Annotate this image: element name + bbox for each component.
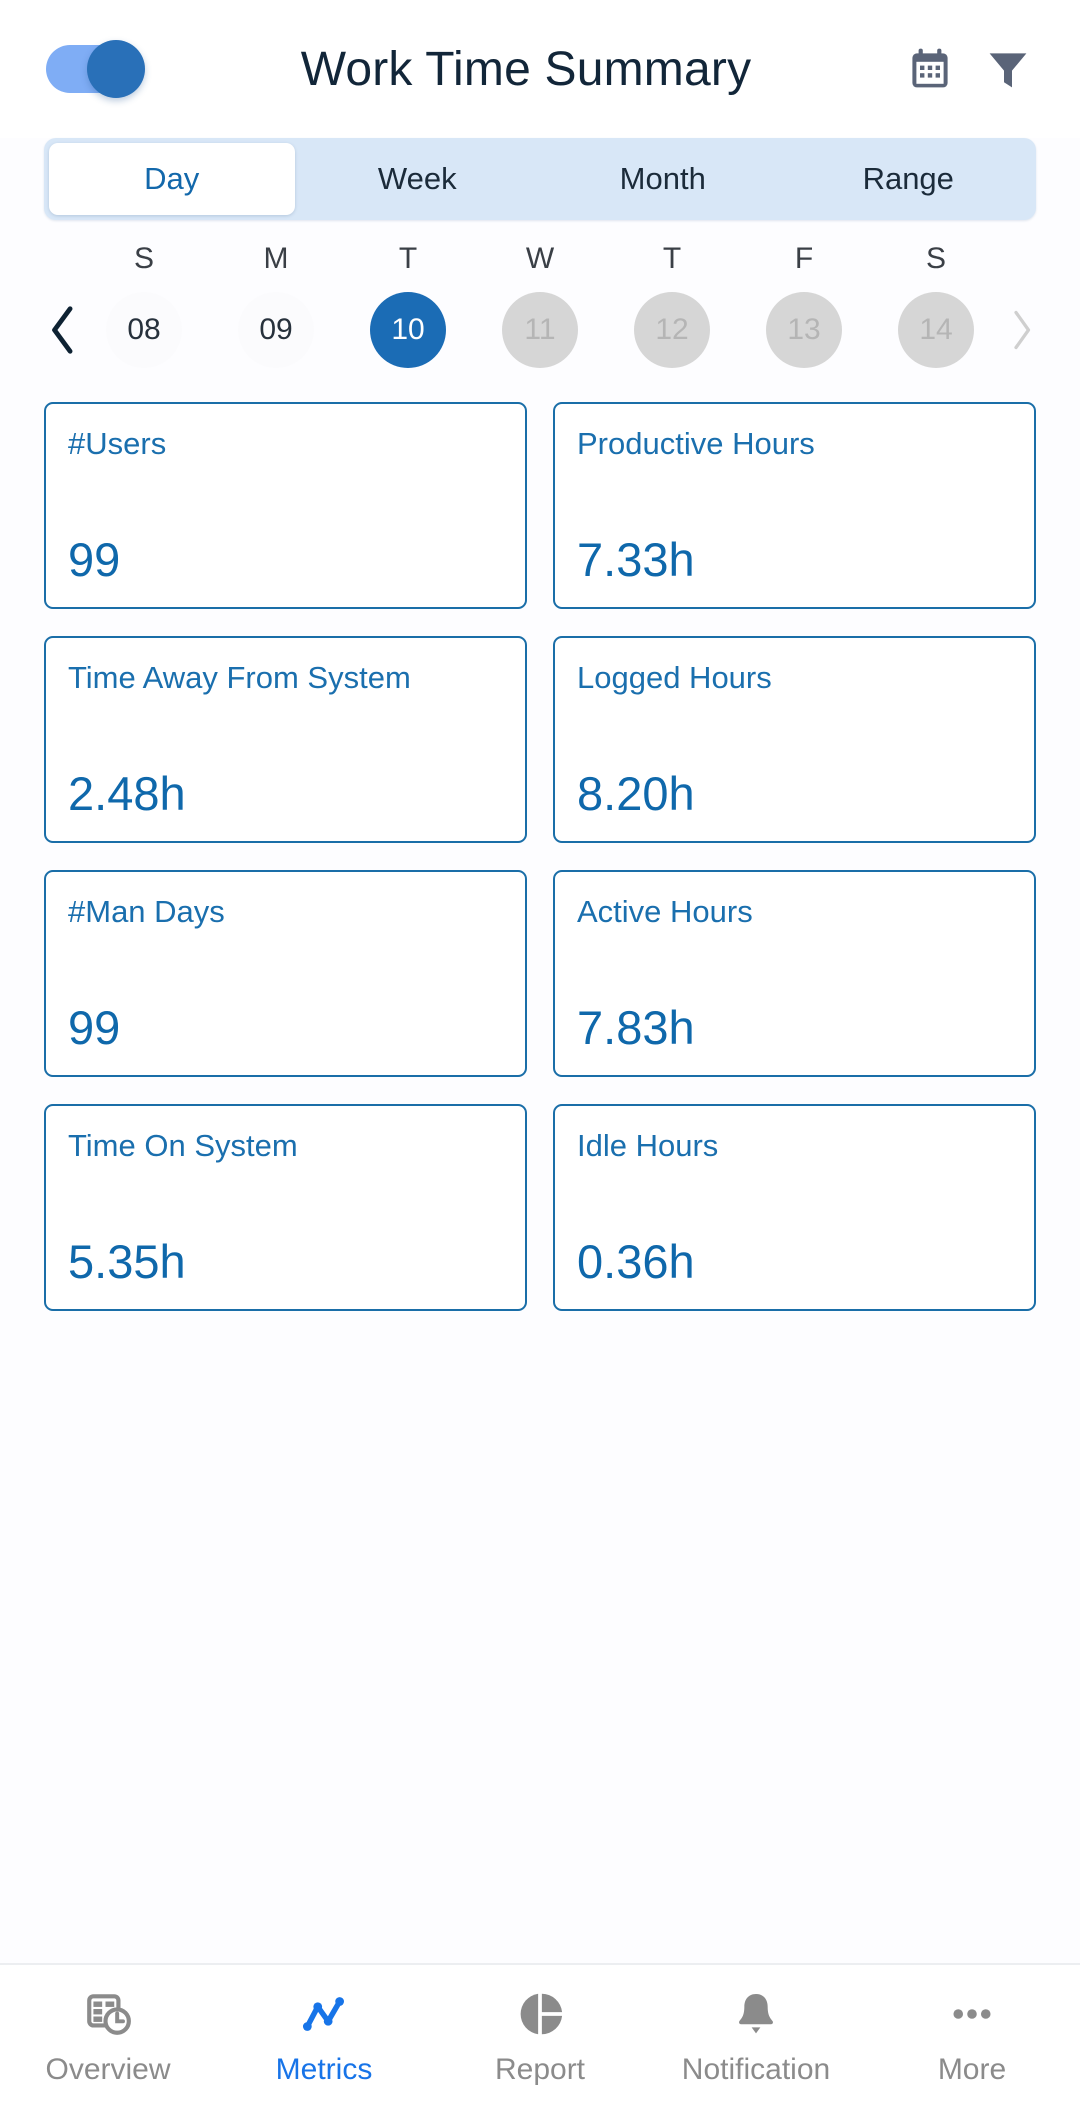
date-08[interactable]: 08 [106, 292, 182, 368]
date-11: 11 [502, 292, 578, 368]
tab-week[interactable]: Week [295, 143, 541, 215]
nav-label: Overview [45, 2053, 171, 2086]
metric-value: 2.48h [68, 767, 186, 820]
nav-item-overview[interactable]: Overview [0, 1987, 216, 2087]
metric-value: 5.35h [68, 1235, 186, 1288]
date-row: 08 09 10 11 12 13 14 [0, 284, 1080, 376]
view-toggle[interactable] [46, 40, 145, 98]
date-cell: 08 [78, 292, 210, 368]
nav-label: Report [494, 2053, 586, 2086]
date-14: 14 [898, 292, 974, 368]
day-of-week-row: S M T W T F S [0, 242, 1080, 276]
metric-label: #Users [68, 426, 167, 461]
app-header: Work Time Summary [0, 0, 1080, 138]
nav-item-metrics[interactable]: Metrics [216, 1987, 432, 2087]
nav-item-report[interactable]: Report [432, 1987, 648, 2087]
metric-card-users[interactable]: #Users 99 [44, 402, 527, 609]
nav-label: Metrics [275, 2053, 373, 2086]
header-actions [904, 43, 1042, 95]
metric-label: Active Hours [577, 894, 753, 929]
metrics-grid: #Users 99 Productive Hours 7.33h Time Aw… [0, 384, 1080, 1963]
ellipsis-icon [947, 1987, 997, 2041]
metric-card-idle-hours[interactable]: Idle Hours 0.36h [553, 1104, 1036, 1311]
metric-card-logged-hours[interactable]: Logged Hours 8.20h [553, 636, 1036, 843]
filter-icon[interactable] [982, 43, 1034, 95]
page-title: Work Time Summary [300, 42, 752, 96]
metric-card-productive-hours[interactable]: Productive Hours 7.33h [553, 402, 1036, 609]
date-cell: 09 [210, 292, 342, 368]
metric-label: Logged Hours [577, 660, 772, 695]
nav-item-notification[interactable]: Notification [648, 1987, 864, 2087]
dow-label: W [525, 242, 555, 275]
date-cell: 14 [870, 292, 1002, 368]
dow-label: M [263, 242, 289, 275]
metric-label: #Man Days [68, 894, 225, 929]
metric-card-time-on-system[interactable]: Time On System 5.35h [44, 1104, 527, 1311]
date-cell: 12 [606, 292, 738, 368]
dow-label: F [794, 242, 814, 275]
metric-value: 99 [68, 533, 121, 586]
dow-label: S [925, 242, 946, 275]
dow-label: T [662, 242, 682, 275]
tab-month[interactable]: Month [540, 143, 786, 215]
period-tabs-container: Day Week Month Range [0, 138, 1080, 220]
toggle-thumb [87, 40, 145, 98]
metric-value: 7.33h [577, 533, 695, 586]
date-cell: 13 [738, 292, 870, 368]
bell-icon [731, 1987, 781, 2041]
metric-card-time-away-from-system[interactable]: Time Away From System 2.48h [44, 636, 527, 843]
tab-range[interactable]: Range [786, 143, 1032, 215]
date-13: 13 [766, 292, 842, 368]
line-chart-icon [299, 1987, 349, 2041]
date-12: 12 [634, 292, 710, 368]
metric-value: 8.20h [577, 767, 695, 820]
nav-item-more[interactable]: More [864, 1987, 1080, 2087]
metric-label: Productive Hours [577, 426, 815, 461]
metric-label: Idle Hours [577, 1128, 719, 1163]
app-screen: Work Time Summary Day Week Month Range S… [0, 0, 1080, 2115]
previous-week-arrow-icon[interactable] [40, 300, 86, 360]
dow-label: T [398, 242, 418, 275]
date-cell: 10 [342, 292, 474, 368]
metric-card-man-days[interactable]: #Man Days 99 [44, 870, 527, 1077]
date-09[interactable]: 09 [238, 292, 314, 368]
tab-day[interactable]: Day [49, 143, 295, 215]
table-clock-icon [83, 1987, 133, 2041]
next-week-arrow-icon[interactable] [998, 300, 1044, 360]
period-tabs: Day Week Month Range [44, 138, 1036, 220]
metric-label: Time On System [68, 1128, 298, 1163]
date-10-selected[interactable]: 10 [370, 292, 446, 368]
bottom-navigation: Overview Metrics Report Notification Mor… [0, 1963, 1080, 2115]
date-strip: S M T W T F S 08 09 10 11 12 13 14 [0, 220, 1080, 384]
dow-label: S [133, 242, 154, 275]
metric-card-active-hours[interactable]: Active Hours 7.83h [553, 870, 1036, 1077]
metric-value: 0.36h [577, 1235, 695, 1288]
metric-value: 7.83h [577, 1001, 695, 1054]
metric-label: Time Away From System [68, 660, 411, 695]
calendar-icon[interactable] [904, 43, 956, 95]
metric-value: 99 [68, 1001, 121, 1054]
nav-label: Notification [681, 2053, 831, 2086]
nav-label: More [937, 2053, 1007, 2086]
date-cell: 11 [474, 292, 606, 368]
pie-chart-icon [515, 1987, 565, 2041]
